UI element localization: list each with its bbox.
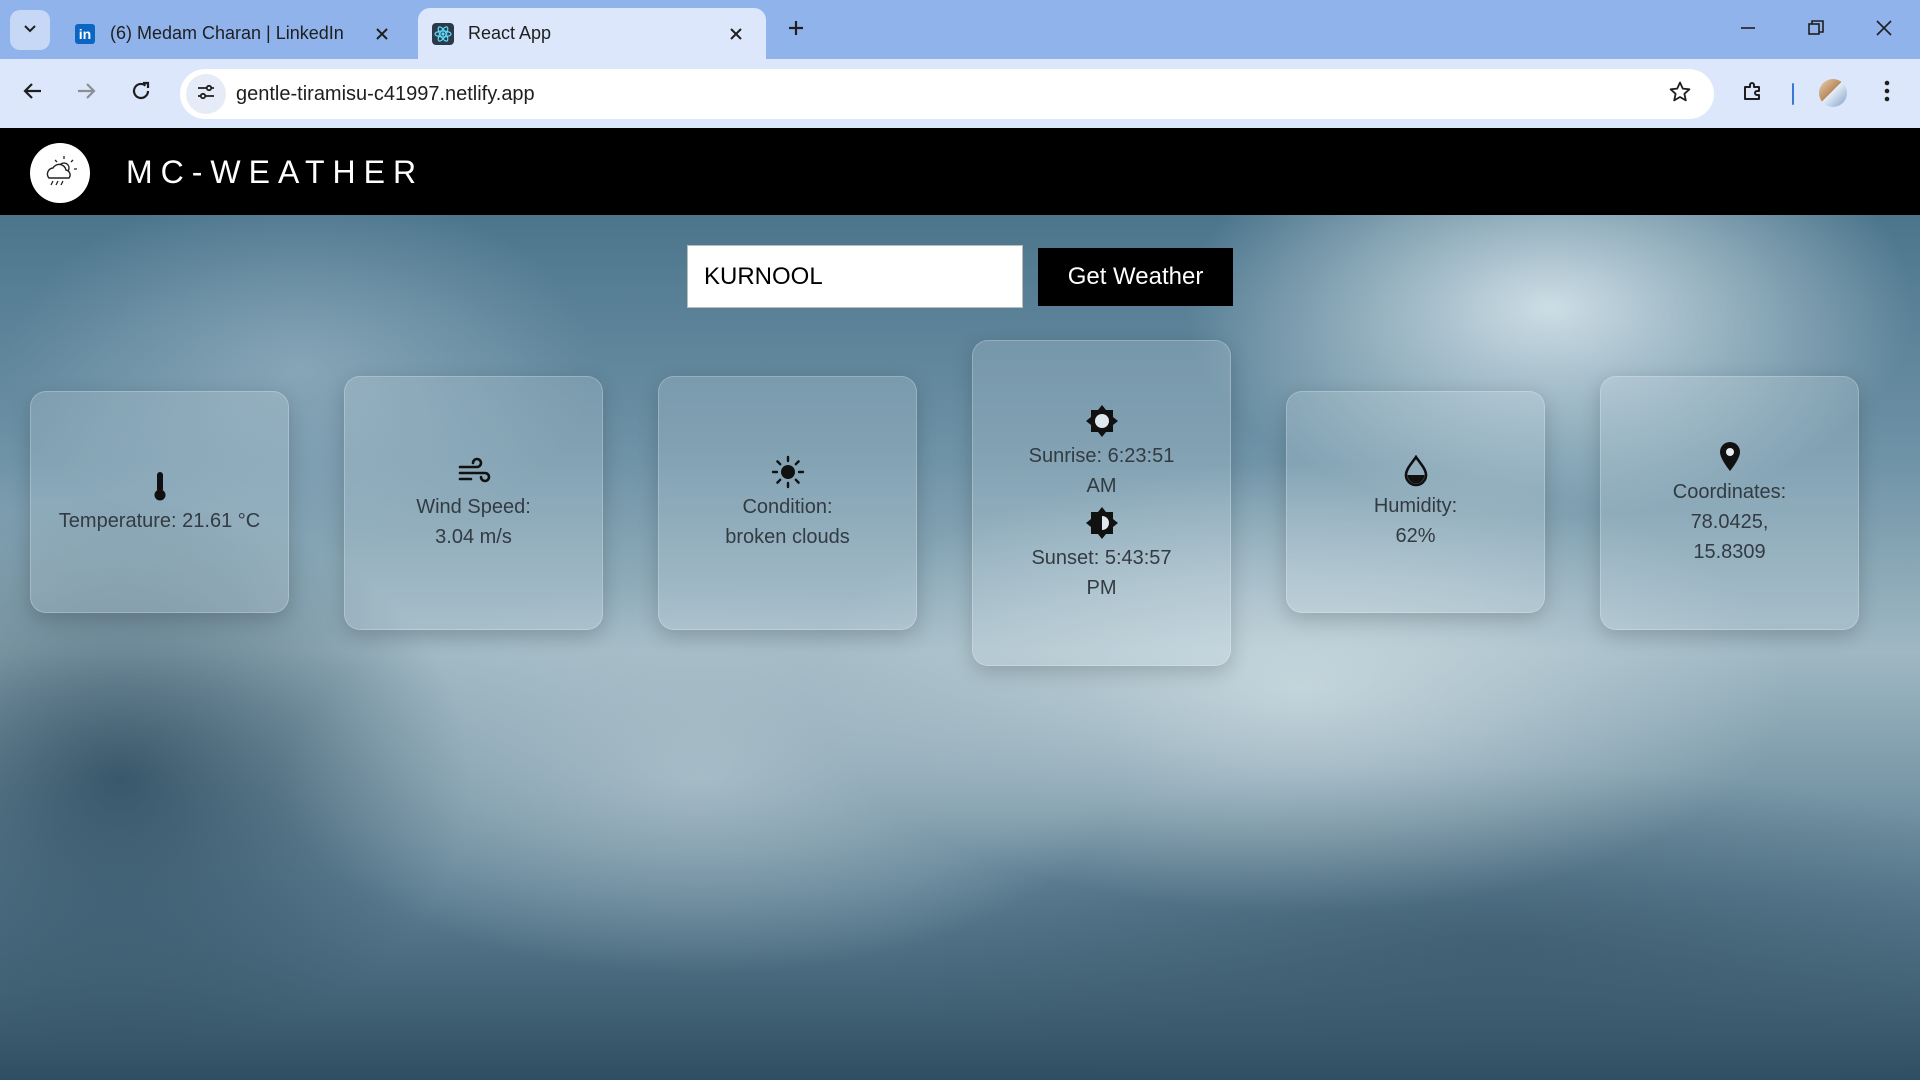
- tab-react-app[interactable]: React App: [418, 8, 766, 59]
- reload-icon: [130, 80, 152, 107]
- avatar: [1819, 79, 1847, 107]
- puzzle-icon: [1741, 79, 1765, 108]
- browser-toolbar: gentle-tiramisu-c41997.netlify.app: [0, 59, 1920, 128]
- react-icon: [432, 22, 454, 45]
- close-icon: [1875, 19, 1893, 42]
- sun-times-card: Sunrise: 6:23:51 AM Sunset: 5:43:57 PM: [972, 340, 1231, 666]
- get-weather-button[interactable]: Get Weather: [1038, 248, 1233, 306]
- app-header: MC-WEATHER: [0, 128, 1920, 215]
- condition-card: Condition: broken clouds: [658, 376, 917, 630]
- profile-button[interactable]: [1813, 73, 1853, 113]
- city-search-input[interactable]: [687, 245, 1023, 308]
- tab-linkedin[interactable]: in (6) Medam Charan | LinkedIn: [60, 8, 412, 59]
- arrow-right-icon: [75, 80, 97, 107]
- sunrise-text: Sunrise: 6:23:51 AM: [1028, 445, 1175, 497]
- reload-button[interactable]: [121, 73, 161, 113]
- droplet-icon: [1398, 453, 1434, 489]
- tab-title: (6) Medam Charan | LinkedIn: [110, 23, 344, 43]
- plus-icon: [786, 18, 806, 43]
- wind-icon: [456, 454, 492, 490]
- star-icon: [1668, 80, 1692, 109]
- wind-card: Wind Speed: 3.04 m/s: [344, 376, 603, 630]
- humidity-text: Humidity: 62%: [1373, 495, 1458, 547]
- app-title: MC-WEATHER: [126, 154, 425, 190]
- more-vertical-icon: [1883, 79, 1891, 108]
- condition-text: Condition: broken clouds: [725, 496, 850, 548]
- menu-button[interactable]: [1867, 73, 1907, 113]
- minimize-icon: [1739, 19, 1757, 42]
- coordinates-text: Coordinates: 78.0425, 15.8309: [1672, 481, 1787, 563]
- cloud-sun-rain-icon: [40, 151, 80, 196]
- thermometer-icon: [142, 468, 178, 504]
- close-icon[interactable]: [724, 22, 748, 46]
- extensions-button[interactable]: [1733, 73, 1773, 113]
- sunrise-icon: [1084, 403, 1120, 439]
- minimize-button[interactable]: [1726, 8, 1770, 52]
- app-logo: [30, 143, 90, 203]
- sunset-icon: [1084, 505, 1120, 541]
- tab-title: React App: [468, 23, 552, 43]
- url-text: gentle-tiramisu-c41997.netlify.app: [236, 82, 535, 105]
- chevron-down-icon: [22, 20, 38, 41]
- close-window-button[interactable]: [1862, 8, 1906, 52]
- sunset-text: Sunset: 5:43:57 PM: [1031, 547, 1172, 599]
- toolbar-divider: [1792, 83, 1794, 105]
- restore-icon: [1807, 19, 1825, 42]
- tab-search-button[interactable]: [10, 10, 50, 50]
- site-info-button[interactable]: [186, 74, 226, 114]
- bookmark-button[interactable]: [1660, 74, 1700, 114]
- close-icon[interactable]: [370, 22, 394, 46]
- sun-icon: [770, 454, 806, 490]
- forward-button[interactable]: [66, 73, 106, 113]
- temperature-card: Temperature: 21.61 °C: [30, 391, 289, 613]
- temperature-text: Temperature: 21.61 °C: [58, 510, 261, 532]
- new-tab-button[interactable]: [780, 14, 812, 46]
- wind-speed-text: Wind Speed: 3.04 m/s: [416, 496, 531, 548]
- back-button[interactable]: [13, 73, 53, 113]
- map-pin-icon: [1712, 439, 1748, 475]
- tune-icon: [195, 81, 217, 108]
- address-bar[interactable]: gentle-tiramisu-c41997.netlify.app: [180, 69, 1714, 119]
- browser-tabstrip: in (6) Medam Charan | LinkedIn React App: [0, 0, 1920, 59]
- app-viewport: MC-WEATHER Get Weather Temperature: 21.6…: [0, 128, 1920, 1080]
- humidity-card: Humidity: 62%: [1286, 391, 1545, 613]
- arrow-left-icon: [22, 80, 44, 107]
- restore-button[interactable]: [1794, 8, 1838, 52]
- linkedin-icon: in: [74, 23, 96, 45]
- coordinates-card: Coordinates: 78.0425, 15.8309: [1600, 376, 1859, 630]
